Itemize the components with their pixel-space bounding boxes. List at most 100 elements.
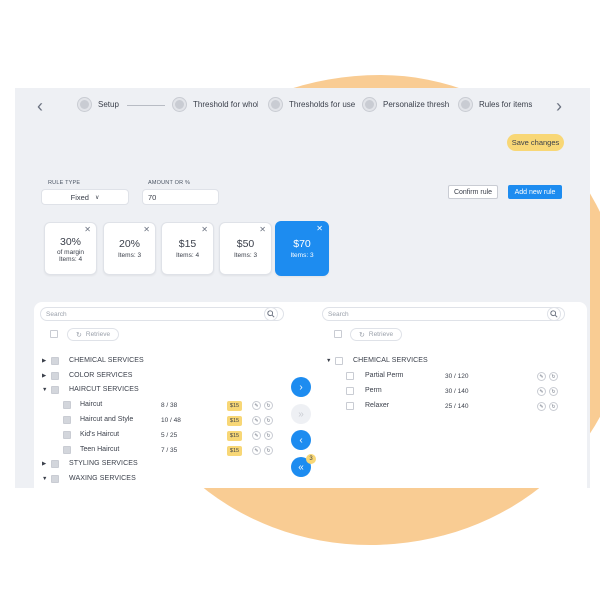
refresh-icon[interactable]: ↻ [549,387,558,396]
expand-arrow-icon[interactable]: ▶ [42,358,46,364]
step-thresholds-user[interactable]: Thresholds for user [269,98,355,111]
category-checkbox[interactable] [51,475,59,483]
left-search-input[interactable]: Search [40,307,284,321]
step-dot-icon [78,98,91,111]
step-rules-items[interactable]: Rules for items [459,98,532,111]
item-label: Partial Perm [365,372,404,379]
chevron-right-icon[interactable]: › [556,97,562,115]
close-icon[interactable]: ✕ [201,225,208,234]
item-checkbox[interactable] [63,401,71,409]
step-personalize-thresholds[interactable]: Personalize thresho [363,98,449,111]
price-badge: $15 [227,431,242,441]
chevron-down-icon: ∨ [94,194,100,201]
select-all-checkbox[interactable] [334,330,342,338]
rule-card[interactable]: ✕ 30% of margin Items: 4 [44,222,97,275]
step-dot-icon [363,98,376,111]
item-checkbox[interactable] [63,416,71,424]
step-threshold-whole[interactable]: Threshold for whole [173,98,258,111]
rule-type-value: Fixed [70,192,89,202]
item-count: 10 / 48 [161,417,181,424]
select-all-checkbox[interactable] [50,330,58,338]
close-icon[interactable]: ✕ [316,224,323,233]
item-checkbox[interactable] [63,431,71,439]
category-label: COLOR SERVICES [69,372,133,379]
retrieve-button[interactable]: ↻ Retrieve [350,328,403,341]
item-count: 5 / 25 [161,432,178,439]
refresh-icon: ↻ [76,331,82,339]
edit-icon[interactable]: ✎ [537,402,546,411]
rule-card[interactable]: ✕ 20% Items: 3 [103,222,156,275]
refresh-icon[interactable]: ↻ [264,446,273,455]
stepper-connector [127,105,165,106]
close-icon[interactable]: ✕ [84,225,91,234]
refresh-icon[interactable]: ↻ [549,402,558,411]
category-checkbox[interactable] [51,357,59,365]
app-window: ‹ Setup Threshold for whole Thresholds f… [15,88,590,488]
refresh-icon[interactable]: ↻ [549,372,558,381]
price-badge: $15 [227,446,242,456]
category-label: CHEMICAL SERVICES [69,357,144,364]
item-label: Teen Haircut [80,446,120,453]
add-new-rule-button[interactable]: Add new rule [508,185,562,199]
amount-input[interactable]: 70 [142,189,219,205]
chevron-left-icon[interactable]: ‹ [37,97,43,115]
move-left-button[interactable]: ‹ [291,430,311,450]
rule-type-select[interactable]: Fixed ∨ [41,189,129,205]
refresh-icon[interactable]: ↻ [264,416,273,425]
edit-icon[interactable]: ✎ [252,416,261,425]
price-badge: $15 [227,416,242,426]
category-checkbox[interactable] [51,460,59,468]
edit-icon[interactable]: ✎ [537,372,546,381]
wizard-stepper: ‹ Setup Threshold for whole Thresholds f… [15,88,590,124]
refresh-icon[interactable]: ↻ [264,401,273,410]
move-all-right-button[interactable]: » [291,404,311,424]
item-label: Haircut and Style [80,416,134,423]
step-setup[interactable]: Setup [78,98,119,111]
item-count: 7 / 35 [161,447,178,454]
save-changes-button[interactable]: Save changes [507,134,564,151]
collapse-arrow-icon[interactable]: ▼ [42,387,47,393]
transfer-panel: Search ↻ Retrieve ▶ CHEMICAL SERVICES ▶ … [34,302,587,488]
category-label: STYLING SERVICES [69,460,138,467]
item-checkbox[interactable] [346,387,354,395]
rule-type-label: RULE TYPE [48,180,81,186]
rule-card-active[interactable]: ✕ $70 Items: 3 [275,221,329,276]
collapse-arrow-icon[interactable]: ▼ [42,476,47,482]
category-checkbox[interactable] [51,372,59,380]
expand-arrow-icon[interactable]: ▶ [42,373,46,379]
count-badge: 3 [306,454,316,464]
item-label: Perm [365,387,382,394]
edit-icon[interactable]: ✎ [252,401,261,410]
step-dot-icon [459,98,472,111]
category-checkbox[interactable] [335,357,343,365]
chevron-left-icon: ‹ [299,434,303,446]
retrieve-button[interactable]: ↻ Retrieve [67,328,120,341]
edit-icon[interactable]: ✎ [252,446,261,455]
item-label: Haircut [80,401,103,408]
confirm-rule-button[interactable]: Confirm rule [448,185,498,199]
item-checkbox[interactable] [63,446,71,454]
edit-icon[interactable]: ✎ [252,431,261,440]
double-chevron-right-icon: » [298,408,304,420]
item-count: 30 / 140 [445,388,469,395]
collapse-arrow-icon[interactable]: ▼ [326,358,331,364]
rule-card[interactable]: ✕ $15 Items: 4 [161,222,214,275]
refresh-icon[interactable]: ↻ [264,431,273,440]
item-checkbox[interactable] [346,402,354,410]
category-label: WAXING SERVICES [69,475,136,482]
category-checkbox[interactable] [51,386,59,394]
right-search-input[interactable]: Search [322,307,565,321]
search-icon[interactable] [264,307,278,321]
move-right-button[interactable]: › [291,377,311,397]
price-badge: $15 [227,401,242,411]
expand-arrow-icon[interactable]: ▶ [42,461,46,467]
close-icon[interactable]: ✕ [143,225,150,234]
search-icon[interactable] [547,307,561,321]
close-icon[interactable]: ✕ [259,225,266,234]
edit-icon[interactable]: ✎ [537,387,546,396]
item-label: Relaxer [365,402,390,409]
chevron-right-icon: › [299,381,303,393]
rule-card[interactable]: ✕ $50 Items: 3 [219,222,272,275]
item-checkbox[interactable] [346,372,354,380]
item-count: 8 / 38 [161,402,178,409]
